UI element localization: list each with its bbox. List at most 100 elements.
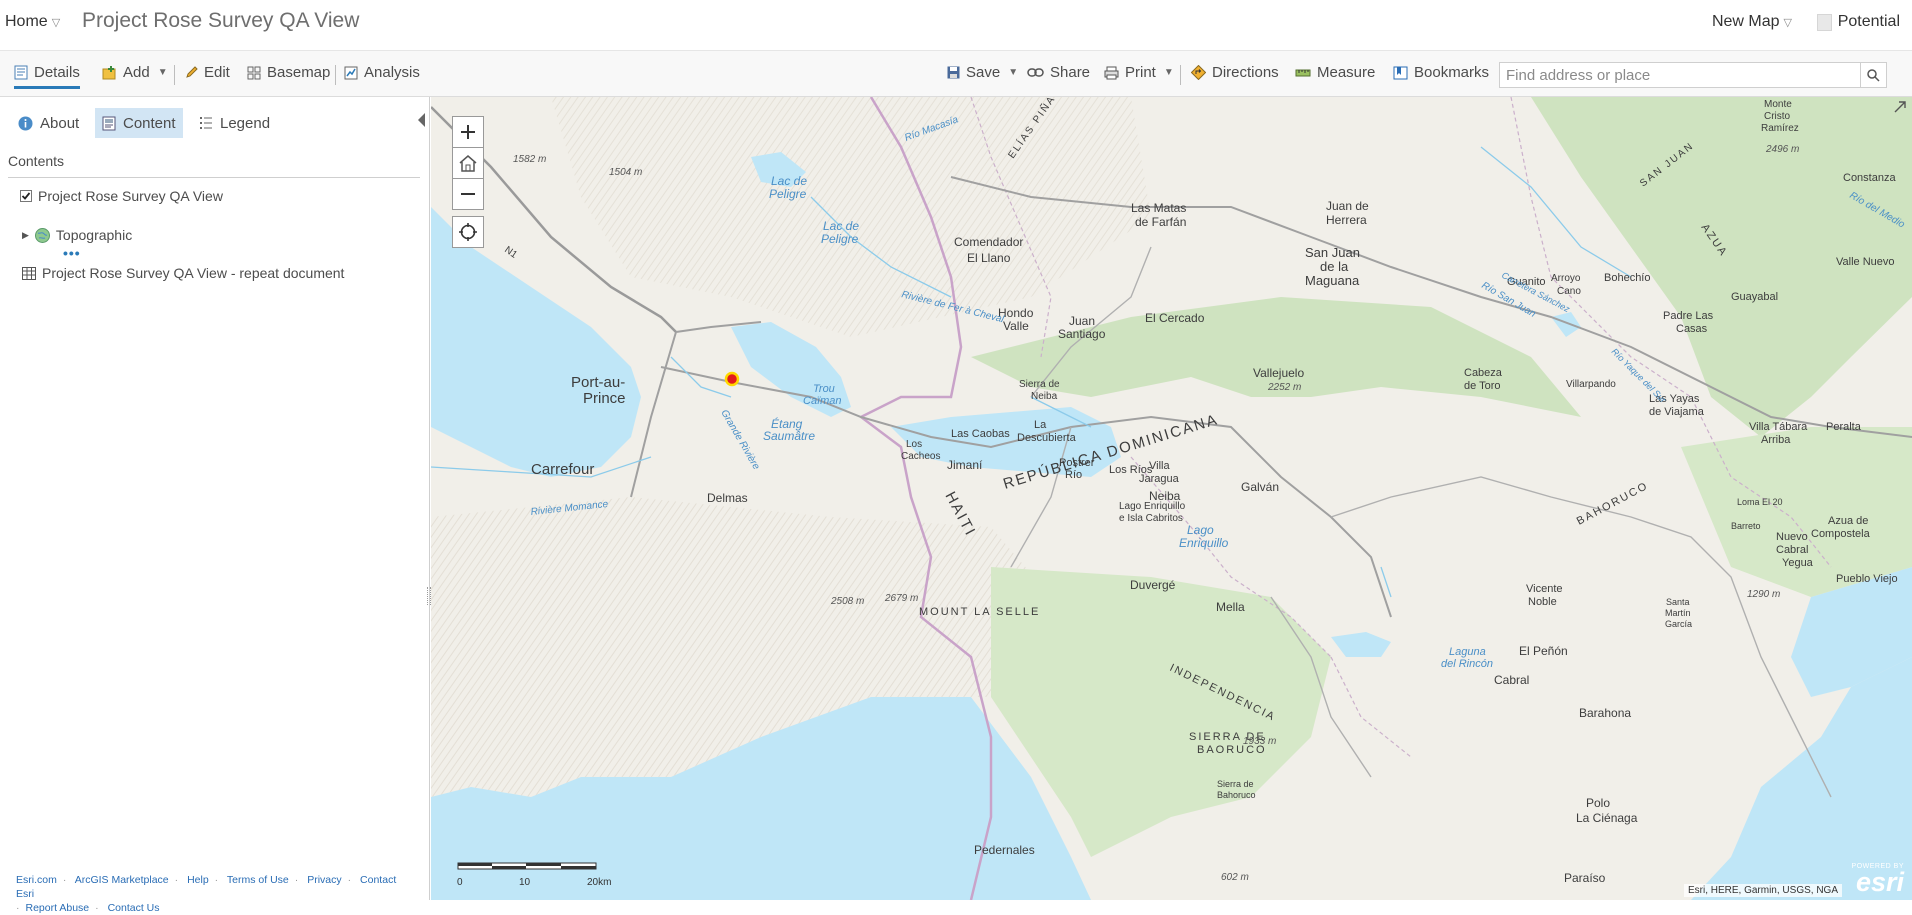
- city-label: Arroyo: [1551, 273, 1581, 284]
- bookmarks-button[interactable]: Bookmarks: [1393, 64, 1489, 81]
- minus-icon: [461, 193, 475, 195]
- tab-content[interactable]: Content: [95, 108, 183, 138]
- city-label: Padre Las: [1663, 310, 1714, 322]
- footer-link[interactable]: Report Abuse: [26, 902, 90, 914]
- water-label: Lac de: [823, 219, 859, 233]
- tab-about-label: About: [40, 114, 80, 132]
- city-label: Barahona: [1579, 706, 1631, 720]
- city-label: Monte: [1764, 99, 1792, 110]
- zoom-in-button[interactable]: [452, 116, 484, 148]
- layer-item-survey-qa-view: Project Rose Survey QA View: [20, 188, 223, 204]
- city-label: Constanza: [1843, 172, 1896, 184]
- range-label: Neiba: [1031, 391, 1058, 402]
- water-label: Lac de: [771, 174, 807, 188]
- footer-link[interactable]: Help: [187, 874, 209, 886]
- new-map-label: New Map: [1711, 13, 1780, 30]
- collapse-panel-icon[interactable]: [418, 113, 425, 127]
- city-label: La Ciénaga: [1576, 811, 1638, 825]
- zoom-out-button[interactable]: [452, 178, 484, 210]
- layer-visibility-checkbox[interactable]: [20, 190, 32, 202]
- more-options-icon[interactable]: •••: [63, 246, 81, 260]
- city-label: Santa: [1666, 597, 1690, 607]
- range-label: Bahoruco: [1217, 790, 1256, 800]
- layer-label[interactable]: Topographic: [56, 227, 132, 243]
- locate-button[interactable]: [452, 216, 484, 248]
- city-label: Juan de: [1326, 199, 1369, 213]
- analysis-button[interactable]: Analysis: [344, 64, 420, 81]
- content-icon: [102, 116, 116, 130]
- footer-link[interactable]: ArcGIS Marketplace: [75, 874, 169, 886]
- checkmark-icon: [21, 192, 31, 200]
- locate-icon: [459, 223, 477, 241]
- footer-link[interactable]: Esri.com: [16, 874, 57, 886]
- separator: ·: [174, 874, 179, 886]
- user-menu[interactable]: Potential: [1816, 13, 1900, 31]
- footer-link[interactable]: Privacy: [307, 874, 341, 886]
- footer-link[interactable]: Terms of Use: [227, 874, 289, 886]
- city-label: Descubierta: [1017, 432, 1077, 444]
- city-label: Vicente: [1526, 583, 1563, 595]
- elevation-label: 1504 m: [609, 167, 642, 178]
- measure-label: Measure: [1317, 64, 1376, 81]
- expand-arrow-icon[interactable]: ▶: [22, 230, 29, 241]
- city-label: El Llano: [967, 251, 1011, 265]
- add-button[interactable]: Add ▼: [102, 64, 168, 81]
- home-menu[interactable]: Home ▽: [5, 13, 60, 31]
- tab-content-label: Content: [123, 114, 176, 132]
- directions-icon: [1191, 65, 1206, 80]
- toolbar-divider: [1180, 65, 1181, 85]
- expand-icon[interactable]: [1893, 100, 1907, 114]
- user-name: Potential: [1837, 13, 1900, 30]
- home-extent-button[interactable]: [452, 147, 484, 179]
- caret-down-icon: ▼: [157, 67, 168, 78]
- water-label: Saumâtre: [763, 429, 815, 443]
- city-label: Arriba: [1761, 434, 1791, 446]
- separator: ·: [16, 902, 20, 914]
- search-button[interactable]: [1860, 63, 1886, 87]
- directions-button[interactable]: Directions: [1191, 64, 1279, 81]
- search-input[interactable]: [1500, 63, 1860, 87]
- measure-button[interactable]: Measure: [1295, 64, 1375, 81]
- save-label: Save: [966, 64, 1001, 81]
- directions-label: Directions: [1212, 64, 1279, 81]
- scale-label: 10: [519, 877, 531, 888]
- tab-legend[interactable]: Legend: [192, 108, 277, 138]
- add-label: Add: [123, 64, 150, 81]
- city-label: Las Matas: [1131, 201, 1186, 215]
- analysis-label: Analysis: [364, 64, 420, 81]
- city-label: San Juan: [1305, 245, 1360, 260]
- basemap-icon: [247, 66, 261, 79]
- layer-label[interactable]: Project Rose Survey QA View - repeat doc…: [42, 265, 344, 281]
- city-label: Pueblo Viejo: [1836, 573, 1898, 585]
- water-label: Trou: [813, 383, 835, 395]
- layer-label[interactable]: Project Rose Survey QA View: [38, 188, 223, 204]
- survey-point-marker[interactable]: [724, 371, 740, 387]
- footer-link[interactable]: Contact Us: [108, 902, 160, 914]
- save-button[interactable]: Save ▼: [947, 64, 1018, 81]
- details-label: Details: [34, 64, 80, 81]
- elevation-label: 2496 m: [1765, 144, 1799, 155]
- measure-icon: [1295, 69, 1311, 76]
- basemap-topographic: Port-au- Prince Carrefour Delmas Jimaní …: [431, 97, 1912, 900]
- basemap-button[interactable]: Basemap: [247, 64, 330, 81]
- esri-logo[interactable]: POWERED BY esri: [1846, 863, 1904, 897]
- city-label: Cacheos: [901, 451, 940, 462]
- tab-about[interactable]: About: [11, 108, 86, 138]
- details-button[interactable]: Details: [14, 64, 80, 89]
- bookmarks-label: Bookmarks: [1414, 64, 1490, 81]
- city-label: García: [1665, 619, 1692, 629]
- city-label: Pedernales: [974, 843, 1035, 857]
- print-button[interactable]: Print ▼: [1104, 64, 1174, 81]
- city-label: Jimaní: [947, 458, 983, 472]
- city-label: de la: [1320, 259, 1349, 274]
- share-button[interactable]: Share: [1027, 64, 1090, 81]
- new-map-menu[interactable]: New Map ▽: [1712, 13, 1792, 31]
- water-label: Caïman: [803, 395, 842, 407]
- place-label: Barreto: [1731, 521, 1761, 531]
- city-label: Martín: [1665, 608, 1691, 618]
- city-label: Los Ríos: [1109, 464, 1153, 476]
- map-view[interactable]: Port-au- Prince Carrefour Delmas Jimaní …: [431, 97, 1912, 900]
- edit-button[interactable]: Edit: [185, 64, 230, 81]
- caret-down-icon: ▼: [1008, 67, 1019, 78]
- city-label: Cabral: [1494, 673, 1529, 687]
